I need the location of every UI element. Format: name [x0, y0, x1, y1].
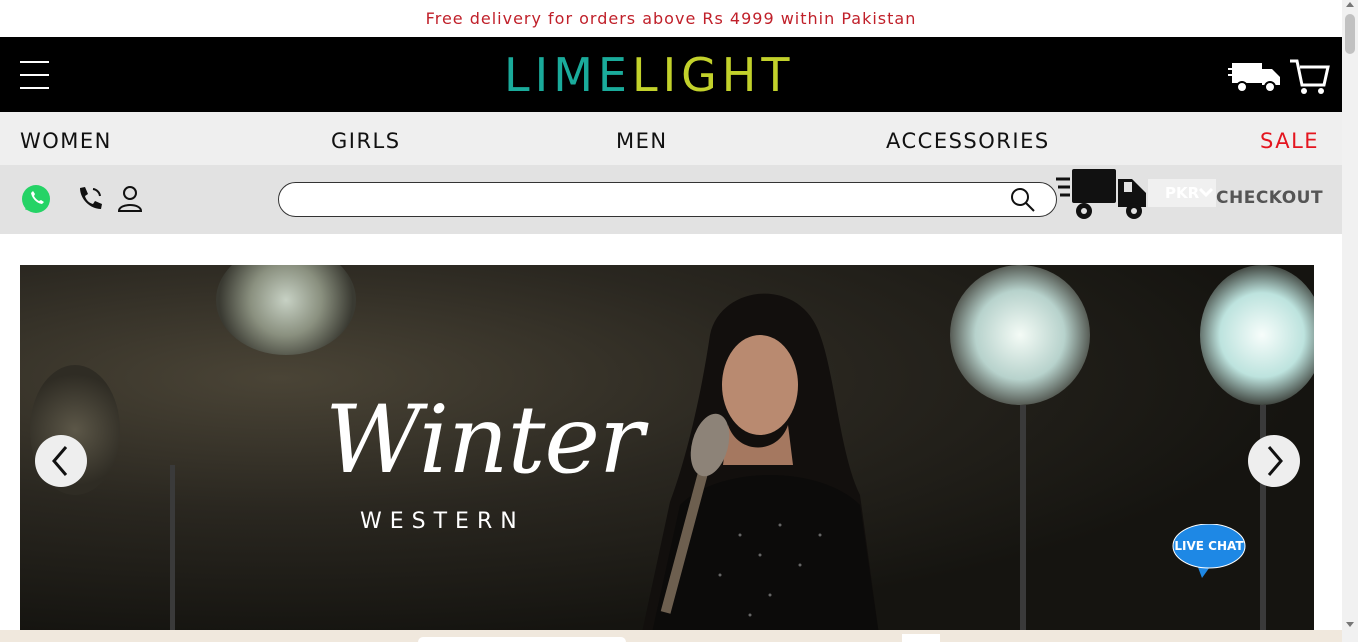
carousel-prev-button[interactable] — [35, 435, 87, 487]
scrollbar-thumb[interactable] — [1345, 14, 1355, 54]
site-logo[interactable]: LIM E LIGHT — [504, 51, 795, 99]
hero-title: Winter — [325, 386, 644, 495]
scroll-up-icon[interactable] — [1346, 2, 1354, 7]
nav-men[interactable]: MEN — [616, 129, 668, 153]
nav-sale[interactable]: SALE — [1260, 129, 1319, 153]
nav-women[interactable]: WOMEN — [20, 129, 112, 153]
spotlight — [1200, 265, 1314, 405]
live-chat-label: LIVE CHAT — [1174, 539, 1244, 553]
bottom-bar — [0, 630, 1342, 642]
cart-icon[interactable] — [1288, 57, 1330, 101]
search-bar — [278, 182, 1057, 217]
live-chat-button[interactable]: LIVE CHAT — [1172, 523, 1248, 584]
spotlight — [216, 265, 356, 355]
scrollbar[interactable] — [1342, 0, 1358, 642]
utility-bar: PKR CHECKOUT — [0, 165, 1342, 234]
user-icon[interactable] — [116, 185, 144, 217]
scroll-down-icon[interactable] — [1346, 622, 1354, 627]
promo-text: Free delivery for orders above Rs 4999 w… — [425, 9, 917, 28]
promo-banner: Free delivery for orders above Rs 4999 w… — [0, 0, 1342, 37]
hero-banner[interactable]: Winter WESTERN — [20, 265, 1314, 642]
model-image — [620, 275, 880, 642]
nav-accessories[interactable]: ACCESSORIES — [886, 129, 1050, 153]
spotlight — [950, 265, 1090, 405]
logo-text-teal: LIM — [504, 48, 598, 102]
carousel-next-button[interactable] — [1248, 435, 1300, 487]
phone-icon[interactable] — [76, 185, 104, 217]
header-icons — [1228, 57, 1330, 101]
hero-subtitle: WESTERN — [360, 509, 525, 534]
currency-value: PKR — [1165, 184, 1200, 202]
chevron-left-icon — [52, 446, 68, 476]
bottom-pill[interactable] — [418, 637, 626, 642]
logo-text-e: E — [597, 48, 632, 102]
menu-icon[interactable] — [20, 61, 49, 89]
delivery-truck-icon[interactable] — [1228, 59, 1282, 99]
bottom-widget[interactable] — [902, 634, 940, 642]
site-header: LIM E LIGHT — [0, 37, 1342, 112]
chevron-down-icon — [1198, 184, 1214, 204]
light-stand — [1020, 405, 1026, 642]
delivery-truck-icon[interactable] — [1056, 165, 1150, 227]
light-stand — [170, 465, 175, 642]
whatsapp-icon[interactable] — [21, 184, 51, 218]
checkout-link[interactable]: CHECKOUT — [1216, 188, 1323, 208]
search-input[interactable] — [295, 183, 1015, 215]
logo-text-lime: LIGHT — [631, 48, 795, 102]
currency-select[interactable]: PKR — [1148, 179, 1216, 207]
page: Free delivery for orders above Rs 4999 w… — [0, 0, 1342, 642]
nav-girls[interactable]: GIRLS — [331, 129, 401, 153]
chevron-right-icon — [1267, 446, 1283, 476]
main-nav: WOMEN GIRLS MEN ACCESSORIES SALE — [0, 112, 1342, 165]
search-icon[interactable] — [1010, 187, 1036, 217]
